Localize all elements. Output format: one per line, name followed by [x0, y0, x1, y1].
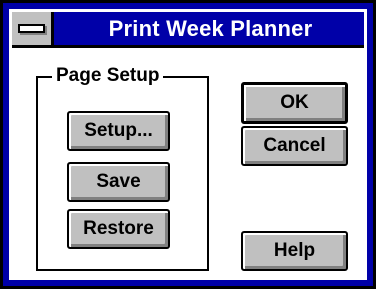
system-menu-icon[interactable] [12, 12, 54, 45]
ok-button-label: OK [280, 92, 309, 113]
restore-button-label: Restore [83, 218, 154, 239]
cancel-button[interactable]: Cancel [241, 126, 348, 166]
setup-button[interactable]: Setup... [67, 111, 170, 151]
help-button[interactable]: Help [241, 231, 348, 271]
system-menu-bar-glyph [18, 24, 45, 33]
title-bar[interactable]: Print Week Planner [12, 12, 364, 48]
window-title: Print Week Planner [108, 16, 313, 41]
help-button-label: Help [273, 240, 316, 261]
ok-button[interactable]: OK [241, 82, 348, 124]
cancel-button-label: Cancel [263, 135, 326, 156]
page-setup-group-label: Page Setup [52, 64, 164, 88]
restore-button[interactable]: Restore [67, 209, 170, 249]
print-week-planner-dialog: Print Week Planner Page Setup Setup... S… [0, 0, 376, 289]
setup-button-label: Setup... [84, 120, 153, 141]
save-button[interactable]: Save [67, 162, 170, 202]
save-button-label: Save [96, 171, 141, 192]
